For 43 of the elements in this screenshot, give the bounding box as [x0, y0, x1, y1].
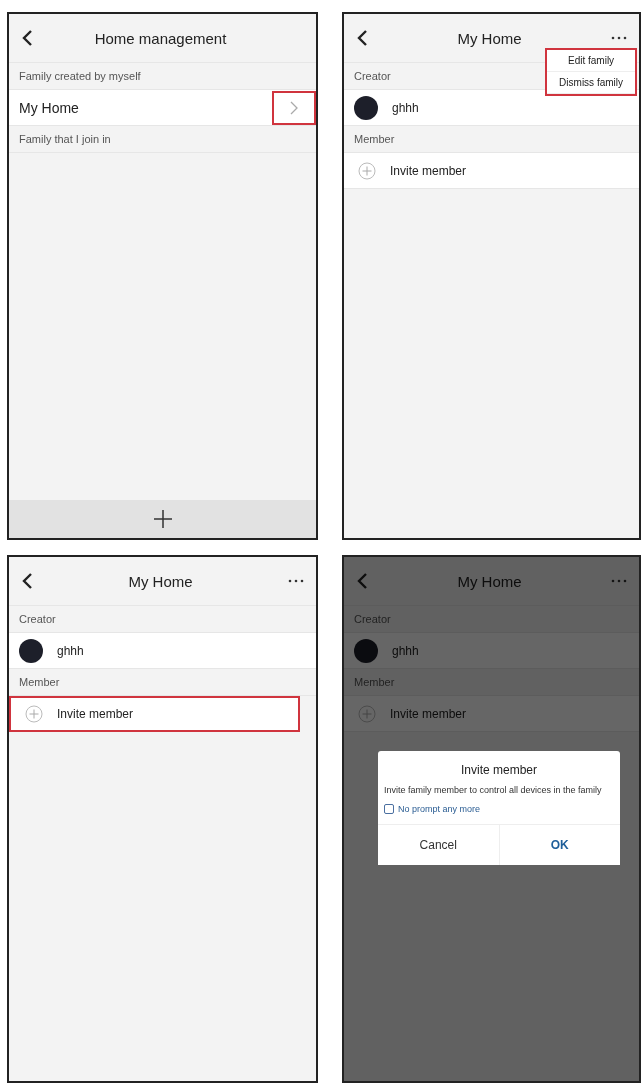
dialog-title: Invite member — [460, 762, 538, 779]
checkbox[interactable] — [384, 804, 394, 815]
section-header: Creator — [19, 613, 56, 625]
creator-name: ghhh — [392, 100, 419, 115]
section-header: Member — [354, 133, 395, 145]
invite-label: Invite member — [57, 707, 134, 721]
section-header: Member — [19, 676, 60, 688]
menu-item[interactable]: Dismiss family — [547, 72, 635, 94]
cancel-button[interactable]: Cancel — [378, 825, 500, 866]
invite-member-row[interactable]: Invite member — [9, 696, 300, 732]
back-icon[interactable] — [21, 572, 33, 590]
screen-title: My Home — [456, 29, 523, 47]
screen-title: My Home — [127, 572, 194, 590]
checkbox-label: No prompt any more — [398, 804, 481, 815]
family-row[interactable]: My Home — [9, 90, 316, 126]
chevron-icon — [290, 100, 298, 115]
avatar-circle — [354, 95, 378, 120]
chevron-area[interactable] — [272, 90, 316, 125]
section-header: Family created by myself — [19, 70, 141, 82]
back-icon[interactable] — [356, 29, 368, 47]
screen-title: Home management — [93, 29, 228, 47]
screen-title: My Home — [456, 572, 523, 590]
menu-item[interactable]: Edit family — [547, 50, 635, 72]
more-icon[interactable] — [288, 579, 304, 583]
section-header: Family that I join in — [19, 133, 111, 145]
section-header: Member — [354, 676, 395, 688]
add-icon — [152, 509, 173, 529]
more-icon[interactable] — [611, 36, 627, 40]
creator-name: ghhh — [57, 643, 84, 658]
avatar-circle — [19, 638, 43, 663]
family-name: My Home — [19, 99, 80, 116]
invite-label: Invite member — [390, 163, 467, 178]
creator-name: ghhh — [392, 643, 419, 658]
plus-circle-icon — [25, 705, 43, 723]
invite-member-row[interactable]: Invite member — [344, 153, 639, 189]
dialog-message: Invite family member to control all devices in the family — [383, 785, 603, 797]
plus-circle-icon — [358, 704, 376, 723]
section-header: Creator — [354, 70, 391, 82]
plus-circle-icon — [358, 161, 376, 180]
section-header: Creator — [354, 613, 391, 625]
avatar-circle — [354, 638, 378, 663]
invite-label: Invite member — [390, 706, 467, 721]
back-icon[interactable] — [21, 29, 33, 47]
